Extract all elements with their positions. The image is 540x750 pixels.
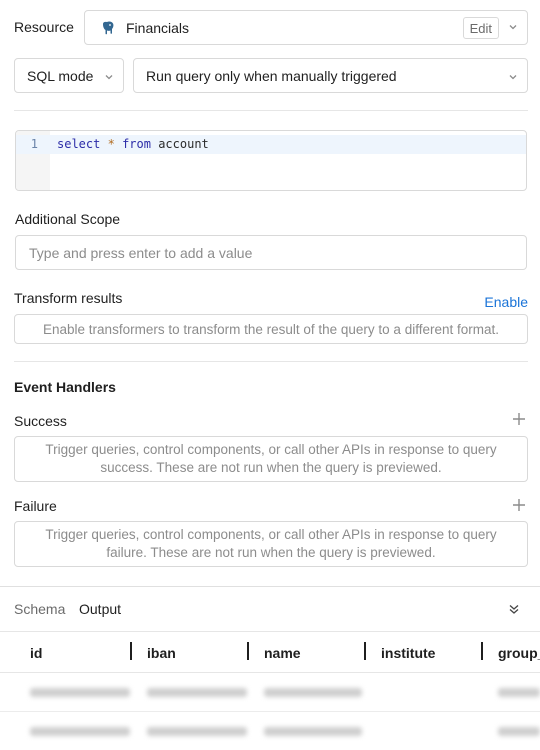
code-keyword-from: from: [122, 137, 151, 151]
collapse-chevrons-icon[interactable]: [508, 603, 520, 615]
redacted-cell: [264, 727, 362, 736]
success-handlers-box[interactable]: Trigger queries, control components, or …: [14, 436, 528, 482]
additional-scope-label: Additional Scope: [15, 211, 121, 227]
divider: [14, 361, 528, 362]
mode-value: SQL mode: [27, 67, 94, 84]
edit-resource-button[interactable]: Edit: [462, 17, 499, 39]
results-panel: Schema Output id iban name institute gro…: [0, 586, 540, 750]
column-header-id[interactable]: id: [30, 645, 42, 661]
column-resize-handle[interactable]: [130, 642, 132, 660]
redacted-cell: [30, 688, 130, 697]
column-header-institute[interactable]: institute: [381, 645, 435, 661]
redacted-cell: [147, 688, 247, 697]
resource-name: Financials: [126, 19, 190, 36]
failure-label: Failure: [14, 498, 57, 514]
code-line[interactable]: select * from account: [57, 137, 209, 151]
table-row[interactable]: [0, 674, 540, 712]
code-keyword-select: select: [57, 137, 101, 151]
postgres-elephant-icon: [103, 21, 114, 34]
failure-handlers-box[interactable]: Trigger queries, control components, or …: [14, 521, 528, 567]
redacted-cell: [498, 688, 540, 697]
code-operator: *: [107, 137, 115, 151]
event-handlers-title: Event Handlers: [14, 379, 116, 395]
redacted-cell: [264, 688, 362, 697]
column-resize-handle[interactable]: [481, 642, 483, 660]
code-table-name: account: [158, 137, 209, 151]
column-resize-handle[interactable]: [247, 642, 249, 660]
chevron-down-icon[interactable]: [508, 22, 518, 32]
redacted-cell: [147, 727, 247, 736]
line-number: 1: [30, 137, 38, 151]
redacted-cell: [30, 727, 130, 736]
column-resize-handle[interactable]: [364, 642, 366, 660]
redacted-cell: [498, 727, 540, 736]
add-failure-handler-icon[interactable]: [512, 498, 526, 512]
resource-select[interactable]: Financials Edit: [84, 10, 528, 45]
add-success-handler-icon[interactable]: [512, 412, 526, 426]
transform-input[interactable]: Enable transformers to transform the res…: [14, 314, 528, 344]
column-header-iban[interactable]: iban: [147, 645, 176, 661]
enable-transform-link[interactable]: Enable: [484, 294, 528, 310]
mode-select[interactable]: SQL mode: [14, 58, 124, 93]
resource-label: Resource: [14, 19, 74, 35]
sql-editor[interactable]: 1 select * from account: [15, 130, 527, 191]
chevron-down-icon: [105, 75, 113, 80]
tab-output[interactable]: Output: [79, 601, 121, 617]
trigger-select[interactable]: Run query only when manually triggered: [133, 58, 528, 93]
trigger-value: Run query only when manually triggered: [146, 67, 397, 84]
table-row[interactable]: [0, 713, 540, 750]
column-header-group[interactable]: group_: [498, 645, 540, 661]
table-header: id iban name institute group_: [0, 631, 540, 673]
divider: [14, 110, 528, 111]
transform-results-label: Transform results: [14, 290, 123, 306]
additional-scope-input[interactable]: Type and press enter to add a value: [15, 235, 527, 270]
column-header-name[interactable]: name: [264, 645, 301, 661]
success-label: Success: [14, 413, 67, 429]
chevron-down-icon: [509, 75, 517, 80]
tab-schema[interactable]: Schema: [14, 601, 65, 617]
